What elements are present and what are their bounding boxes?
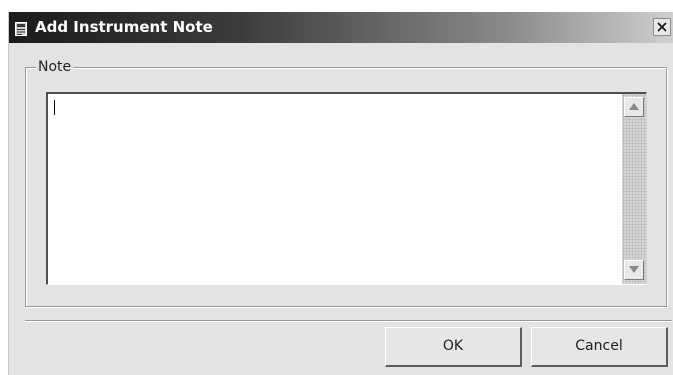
app-window-icon — [15, 21, 27, 36]
ok-button[interactable]: OK — [385, 327, 522, 367]
note-input[interactable] — [48, 94, 620, 284]
dialog-title: Add Instrument Note — [35, 18, 213, 36]
title-bar[interactable]: Add Instrument Note — [9, 12, 673, 43]
cancel-button[interactable]: Cancel — [531, 327, 668, 367]
note-vertical-scrollbar[interactable] — [622, 94, 647, 284]
button-separator — [25, 320, 672, 322]
note-text-area — [46, 92, 647, 285]
scroll-up-button[interactable] — [624, 97, 644, 117]
close-button[interactable] — [653, 18, 671, 36]
scroll-down-button[interactable] — [624, 260, 644, 280]
text-caret — [54, 100, 55, 115]
note-group-label: Note — [36, 57, 74, 77]
